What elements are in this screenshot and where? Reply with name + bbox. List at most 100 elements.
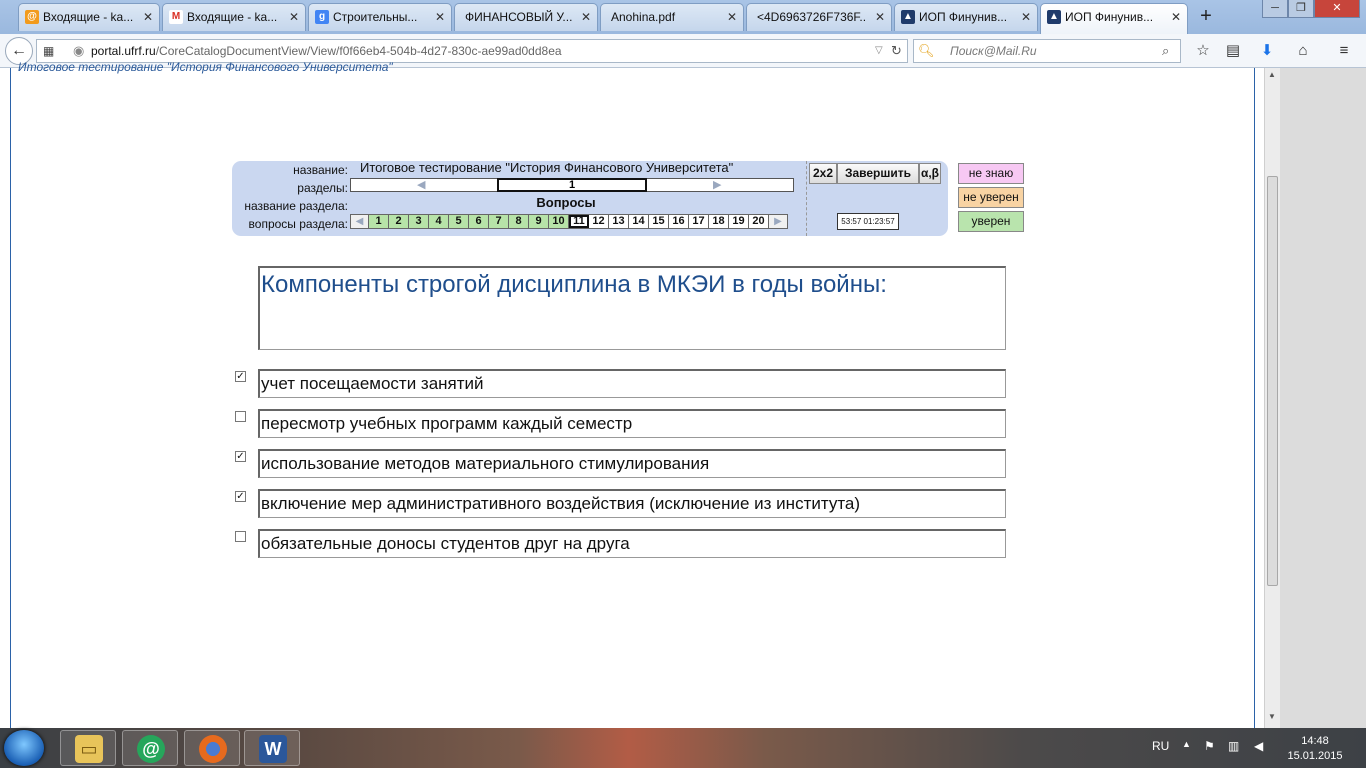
site-identity-icon[interactable]: ◉ [73, 40, 84, 62]
question-number[interactable]: 9 [529, 215, 549, 228]
answer-checkbox[interactable]: ✓ [235, 371, 246, 382]
close-window-button[interactable]: ✕ [1314, 0, 1360, 18]
vertical-scrollbar[interactable]: ▲ ▼ [1264, 68, 1280, 728]
question-number[interactable]: 7 [489, 215, 509, 228]
reload-icon[interactable]: ↻ [891, 40, 902, 62]
bookmarks-list-icon[interactable]: ▤ [1223, 42, 1243, 60]
answer-option[interactable]: ✓ использование методов материального ст… [234, 449, 1006, 479]
tab-gmail-inbox[interactable]: M Входящие - ka... ✕ [162, 3, 306, 31]
alpha-beta-button[interactable]: α,β [919, 163, 941, 184]
question-number[interactable]: 16 [669, 215, 689, 228]
question-number[interactable]: 20 [749, 215, 769, 228]
answer-checkbox[interactable]: ✓ [235, 451, 246, 462]
question-number[interactable]: 14 [629, 215, 649, 228]
page-header-cut: Итоговое тестирование "История Финансово… [18, 60, 393, 74]
action-center-icon[interactable]: ⚑ [1204, 739, 1215, 753]
sure-button[interactable]: уверен [958, 211, 1024, 232]
prev-section-icon[interactable]: ◀ [417, 179, 425, 191]
finish-button[interactable]: Завершить [837, 163, 919, 184]
answer-option[interactable]: ✓ включение мер административного воздей… [234, 489, 1006, 519]
download-icon[interactable]: ⬇ [1257, 42, 1277, 60]
taskbar-word[interactable]: W [244, 730, 300, 766]
prev-question-icon[interactable]: ◀ [351, 215, 369, 228]
dropdown-arrow-icon[interactable]: ▽ [875, 40, 883, 62]
taskbar-explorer[interactable]: ▭ [60, 730, 116, 766]
tab-mailru-inbox[interactable]: @ Входящие - ka... ✕ [18, 3, 160, 31]
browser-tab-bar: @ Входящие - ka... ✕ M Входящие - ka... … [0, 0, 1366, 34]
question-number[interactable]: 12 [589, 215, 609, 228]
close-icon[interactable]: ✕ [727, 4, 737, 30]
menu-icon[interactable]: ≡ [1334, 42, 1354, 60]
label-sections: разделы: [297, 181, 348, 195]
close-icon[interactable]: ✕ [1021, 4, 1031, 30]
answer-box[interactable]: обязательные доносы студентов друг на др… [258, 529, 1006, 558]
sections-navigator: ◀ 1 ▶ [350, 178, 794, 192]
tab-iop-finuniv[interactable]: ▲ ИОП Финунив... ✕ [894, 3, 1038, 31]
tab-document-hex[interactable]: <4D6963726F736F... ✕ [746, 3, 892, 31]
tab-title: <4D6963726F736F... [757, 10, 867, 24]
question-number[interactable]: 1 [369, 215, 389, 228]
close-icon[interactable]: ✕ [143, 4, 153, 30]
current-section[interactable]: 1 [497, 178, 647, 192]
question-number[interactable]: 5 [449, 215, 469, 228]
show-hidden-icons[interactable]: ▲ [1182, 739, 1191, 749]
tab-iop-finuniv-active[interactable]: ▲ ИОП Финунив... ✕ [1040, 3, 1188, 34]
answer-box[interactable]: пересмотр учебных программ каждый семест… [258, 409, 1006, 438]
home-icon[interactable]: ⌂ [1293, 42, 1313, 60]
new-tab-button[interactable]: + [1196, 4, 1216, 28]
answer-checkbox[interactable]: ✓ [235, 491, 246, 502]
tab-google-search[interactable]: g Строительны... ✕ [308, 3, 452, 31]
question-number[interactable]: 8 [509, 215, 529, 228]
question-number[interactable]: 6 [469, 215, 489, 228]
answer-option[interactable]: ✓ учет посещаемости занятий [234, 369, 1006, 399]
answer-checkbox[interactable] [235, 411, 246, 422]
taskbar-mailru-agent[interactable]: @ [122, 730, 178, 766]
volume-icon[interactable]: ◀ [1254, 739, 1263, 753]
taskbar-firefox[interactable] [184, 730, 240, 766]
word-icon: W [259, 735, 287, 763]
question-number[interactable]: 18 [709, 215, 729, 228]
search-icon[interactable]: ⌕ [1162, 40, 1169, 62]
minimize-button[interactable]: ─ [1262, 0, 1288, 18]
question-number[interactable]: 3 [409, 215, 429, 228]
scroll-up-icon[interactable]: ▲ [1268, 70, 1276, 79]
question-number[interactable]: 11 [569, 215, 589, 228]
question-number[interactable]: 13 [609, 215, 629, 228]
start-button[interactable] [4, 730, 44, 766]
answer-option[interactable]: обязательные доносы студентов друг на др… [234, 529, 1006, 559]
close-icon[interactable]: ✕ [289, 4, 299, 30]
answer-option[interactable]: пересмотр учебных программ каждый семест… [234, 409, 1006, 439]
maximize-button[interactable]: ❐ [1288, 0, 1314, 18]
next-question-icon[interactable]: ▶ [769, 215, 787, 228]
network-icon[interactable]: ▥ [1228, 739, 1239, 753]
answer-box[interactable]: учет посещаемости занятий [258, 369, 1006, 398]
question-number[interactable]: 19 [729, 215, 749, 228]
search-engine-icon[interactable]: 🔍︎ [918, 40, 935, 62]
question-text: Компоненты строгой дисциплина в МКЭИ в г… [261, 271, 887, 298]
close-icon[interactable]: ✕ [1171, 4, 1181, 30]
tab-pdf[interactable]: Anohina.pdf ✕ [600, 3, 744, 31]
dont-know-button[interactable]: не знаю [958, 163, 1024, 184]
tab-groups-icon[interactable]: ▦ [43, 40, 54, 62]
close-icon[interactable]: ✕ [581, 4, 591, 30]
answer-checkbox[interactable] [235, 531, 246, 542]
answer-box[interactable]: включение мер административного воздейст… [258, 489, 1006, 518]
question-number[interactable]: 15 [649, 215, 669, 228]
close-icon[interactable]: ✕ [435, 4, 445, 30]
fifty-fifty-button[interactable]: 2x2 [809, 163, 837, 184]
not-sure-button[interactable]: не уверен [958, 187, 1024, 208]
next-section-icon[interactable]: ▶ [713, 179, 721, 191]
answer-box[interactable]: использование методов материального стим… [258, 449, 1006, 478]
tab-financial-doc[interactable]: ФИНАНСОВЫЙ У... ✕ [454, 3, 598, 31]
language-indicator[interactable]: RU [1152, 739, 1169, 753]
question-number[interactable]: 10 [549, 215, 569, 228]
bookmark-star-icon[interactable]: ☆ [1193, 42, 1213, 60]
system-clock[interactable]: 14:48 15.01.2015 [1280, 734, 1350, 764]
close-icon[interactable]: ✕ [875, 4, 885, 30]
scrollbar-thumb[interactable] [1267, 176, 1278, 586]
scroll-down-icon[interactable]: ▼ [1268, 712, 1276, 721]
question-number[interactable]: 17 [689, 215, 709, 228]
search-input[interactable]: 🔍︎ Поиск@Mail.Ru ⌕ [913, 39, 1181, 63]
question-number[interactable]: 2 [389, 215, 409, 228]
question-number[interactable]: 4 [429, 215, 449, 228]
